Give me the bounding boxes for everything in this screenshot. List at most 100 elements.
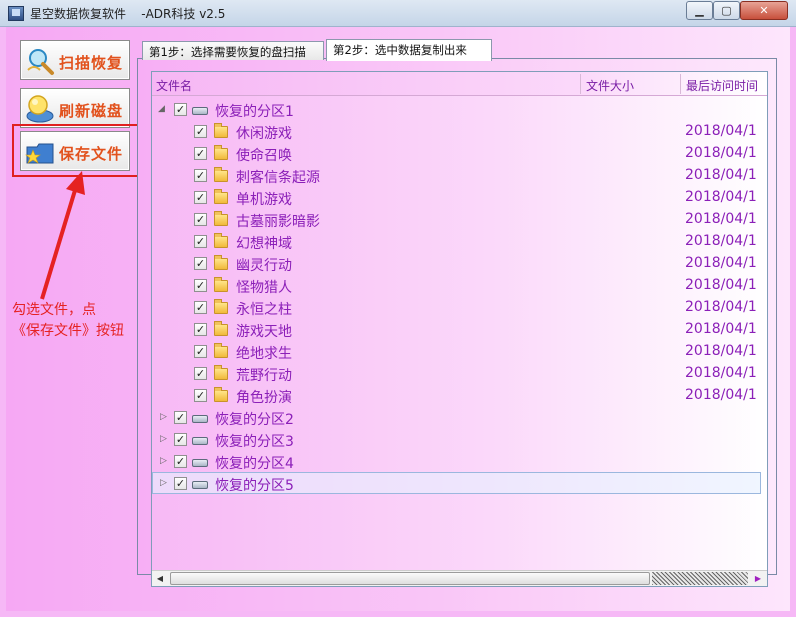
refresh-disk-button[interactable]: 刷新磁盘 (20, 88, 130, 128)
close-button[interactable]: ✕ (740, 1, 788, 20)
folder-date: 2018/04/1 (685, 321, 757, 337)
folder-icon (214, 145, 228, 160)
app-icon (8, 6, 24, 21)
tree-row-partition1[interactable]: ◢ ✓ 恢复的分区1 (152, 99, 767, 121)
partition-label: 恢复的分区2 (215, 412, 294, 428)
tree-row-folder[interactable]: ✓ 永恒之柱 2018/04/1 (152, 297, 767, 319)
folder-date: 2018/04/1 (685, 387, 757, 403)
list-header: 文件名 文件大小 最后访问时间 (152, 72, 767, 96)
tree-row-partition5[interactable]: ▷ ✓ 恢复的分区5 (152, 472, 761, 494)
folder-date: 2018/04/1 (685, 145, 757, 161)
tree-row-folder[interactable]: ✓ 休闲游戏 2018/04/1 (152, 121, 767, 143)
checkbox[interactable]: ✓ (174, 433, 187, 446)
tab-step1[interactable]: 第1步：选择需要恢复的盘扫描 (142, 41, 324, 60)
checkbox[interactable]: ✓ (194, 323, 207, 336)
tree-row-folder[interactable]: ✓ 怪物猎人 2018/04/1 (152, 275, 767, 297)
save-file-button[interactable]: 保存文件 (20, 131, 130, 171)
collapse-icon[interactable]: ◢ (158, 104, 165, 114)
folder-date: 2018/04/1 (685, 277, 757, 293)
scroll-right-icon[interactable]: ▶ (750, 571, 766, 586)
folder-icon (214, 321, 228, 336)
folder-icon (214, 343, 228, 358)
folder-date: 2018/04/1 (685, 365, 757, 381)
folder-name: 怪物猎人 (236, 280, 292, 296)
refresh-disk-label: 刷新磁盘 (59, 102, 124, 120)
column-header-name[interactable]: 文件名 (156, 77, 192, 94)
tree-row-folder[interactable]: ✓ 幻想神域 2018/04/1 (152, 231, 767, 253)
checkbox[interactable]: ✓ (194, 213, 207, 226)
folder-name: 幽灵行动 (236, 258, 292, 274)
folder-date: 2018/04/1 (685, 211, 757, 227)
checkbox[interactable]: ✓ (194, 191, 207, 204)
expand-icon[interactable]: ▷ (160, 456, 167, 466)
checkbox[interactable]: ✓ (194, 125, 207, 138)
magnifier-icon (27, 49, 54, 75)
save-file-label: 保存文件 (59, 145, 124, 163)
checkbox[interactable]: ✓ (194, 301, 207, 314)
tab-step2[interactable]: 第2步：选中数据复制出来 (326, 39, 492, 61)
checkbox[interactable]: ✓ (194, 389, 207, 402)
tree-row-folder[interactable]: ✓ 刺客信条起源 2018/04/1 (152, 165, 767, 187)
tree-row-folder[interactable]: ✓ 古墓丽影暗影 2018/04/1 (152, 209, 767, 231)
tree-row-folder[interactable]: ✓ 幽灵行动 2018/04/1 (152, 253, 767, 275)
checkbox[interactable]: ✓ (194, 345, 207, 358)
expand-icon[interactable]: ▷ (160, 434, 167, 444)
column-header-size[interactable]: 文件大小 (586, 77, 634, 94)
folder-date: 2018/04/1 (685, 343, 757, 359)
tree-row-folder[interactable]: ✓ 角色扮演 2018/04/1 (152, 385, 767, 407)
checkbox[interactable]: ✓ (194, 147, 207, 160)
column-header-atime[interactable]: 最后访问时间 (686, 77, 758, 94)
checkbox[interactable]: ✓ (194, 235, 207, 248)
tree-row-folder[interactable]: ✓ 荒野行动 2018/04/1 (152, 363, 767, 385)
client-area: 扫描恢复 刷新磁盘 保存文件 勾选文件，点 《保存文件》按钮 第1步：选择需要恢… (6, 27, 790, 611)
folder-name: 绝地求生 (236, 346, 292, 362)
horizontal-scrollbar[interactable]: ◀ ▶ (152, 570, 767, 586)
annotation-text: 勾选文件，点 《保存文件》按钮 (12, 300, 142, 342)
checkbox[interactable]: ✓ (174, 455, 187, 468)
folder-name: 休闲游戏 (236, 126, 292, 142)
drive-icon (192, 437, 208, 445)
folder-name: 永恒之柱 (236, 302, 292, 318)
tree-row-folder[interactable]: ✓ 单机游戏 2018/04/1 (152, 187, 767, 209)
folder-date: 2018/04/1 (685, 123, 757, 139)
folder-icon (214, 233, 228, 248)
folder-name: 荒野行动 (236, 368, 292, 384)
tree-row-partition4[interactable]: ▷ ✓ 恢复的分区4 (152, 451, 767, 473)
folder-name: 幻想神域 (236, 236, 292, 252)
checkbox[interactable]: ✓ (194, 257, 207, 270)
drive-icon (192, 107, 208, 115)
scroll-left-icon[interactable]: ◀ (152, 571, 168, 586)
folder-name: 使命召唤 (236, 148, 292, 164)
folder-date: 2018/04/1 (685, 255, 757, 271)
maximize-button[interactable]: ▢ (713, 1, 740, 20)
drive-icon (192, 481, 208, 489)
checkbox[interactable]: ✓ (194, 279, 207, 292)
scroll-track[interactable] (652, 572, 748, 585)
scroll-thumb[interactable] (170, 572, 650, 585)
file-tree-list[interactable]: 文件名 文件大小 最后访问时间 ◢ ✓ 恢复的分区1 ✓ 休闲游戏 2018/04/… (151, 71, 768, 587)
tree-row-partition3[interactable]: ▷ ✓ 恢复的分区3 (152, 429, 767, 451)
checkbox[interactable]: ✓ (174, 477, 187, 490)
folder-date: 2018/04/1 (685, 233, 757, 249)
tree-row-folder[interactable]: ✓ 绝地求生 2018/04/1 (152, 341, 767, 363)
folder-name: 角色扮演 (236, 390, 292, 406)
title-bar: 星空数据恢复软件 -ADR科技 v2.5 ▁ ▢ ✕ (0, 0, 796, 27)
checkbox[interactable]: ✓ (194, 169, 207, 182)
tree-row-partition2[interactable]: ▷ ✓ 恢复的分区2 (152, 407, 767, 429)
drive-icon (192, 415, 208, 423)
tree-row-folder[interactable]: ✓ 游戏天地 2018/04/1 (152, 319, 767, 341)
window-title: 星空数据恢复软件 -ADR科技 v2.5 (30, 7, 226, 21)
expand-icon[interactable]: ▷ (160, 478, 167, 488)
minimize-button[interactable]: ▁ (686, 1, 713, 20)
scan-recover-button[interactable]: 扫描恢复 (20, 40, 130, 80)
checkbox[interactable]: ✓ (174, 411, 187, 424)
expand-icon[interactable]: ▷ (160, 412, 167, 422)
tree-row-folder[interactable]: ✓ 使命召唤 2018/04/1 (152, 143, 767, 165)
scan-recover-label: 扫描恢复 (59, 54, 124, 72)
checkbox[interactable]: ✓ (174, 103, 187, 116)
refresh-disk-icon (26, 95, 54, 123)
checkbox[interactable]: ✓ (194, 367, 207, 380)
folder-icon (214, 123, 228, 138)
folder-icon (214, 299, 228, 314)
annotation-arrow-icon (40, 171, 85, 300)
